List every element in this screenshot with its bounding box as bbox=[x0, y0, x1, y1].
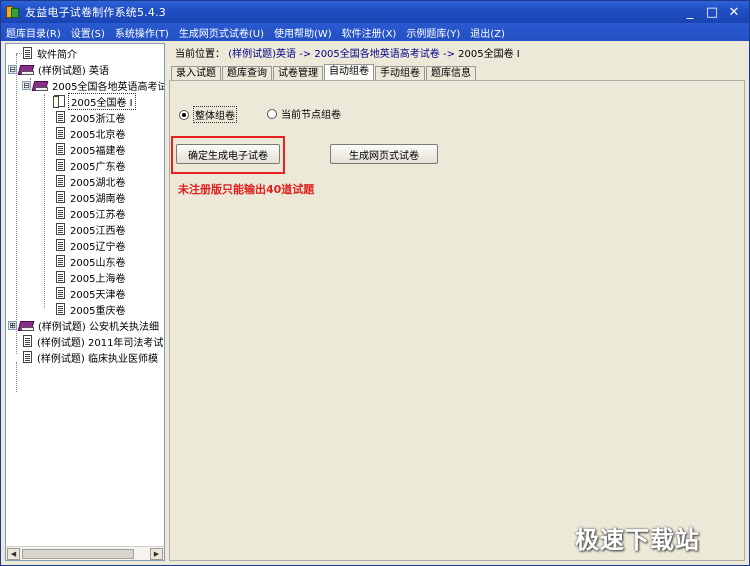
tab-exam-management[interactable]: 试卷管理 bbox=[273, 66, 323, 80]
tree-item[interactable]: 2005北京卷 bbox=[56, 125, 127, 141]
tree-item[interactable]: 2005湖南卷 bbox=[56, 189, 127, 205]
tree-item[interactable]: ⊟ (样例试题) 英语 bbox=[8, 61, 111, 77]
scroll-thumb[interactable] bbox=[22, 549, 134, 559]
document-icon bbox=[56, 271, 65, 283]
tree-item[interactable]: 2005山东卷 bbox=[56, 253, 127, 269]
tree-item[interactable]: 2005江西卷 bbox=[56, 221, 127, 237]
book-icon bbox=[19, 320, 34, 331]
scroll-left-button[interactable]: ◀ bbox=[7, 548, 20, 560]
tree-item[interactable]: 2005浙江卷 bbox=[56, 109, 127, 125]
radio-node-compose[interactable]: 当前节点组卷 bbox=[267, 106, 341, 121]
document-icon bbox=[56, 191, 65, 203]
menu-help[interactable]: 使用帮助(W) bbox=[269, 25, 337, 40]
document-icon bbox=[56, 111, 65, 123]
unregistered-warning: 未注册版只能输出40道试题 bbox=[178, 183, 315, 196]
tree-item[interactable]: 2005重庆卷 bbox=[56, 301, 127, 317]
book-icon bbox=[33, 80, 48, 91]
breadcrumb-path: (样例试题)英语 -> 2005全国各地英语高考试卷 -> bbox=[228, 49, 455, 60]
document-icon bbox=[56, 223, 65, 235]
expand-icon[interactable]: ⊞ bbox=[8, 320, 17, 330]
tree-item-selected[interactable]: 2005全国卷 I bbox=[53, 92, 136, 110]
document-icon bbox=[56, 175, 65, 187]
tree-item[interactable]: (样例试题) 临床执业医师模 bbox=[23, 349, 160, 365]
tree-connector bbox=[44, 94, 45, 308]
app-logo-icon bbox=[6, 5, 20, 19]
tree-item[interactable]: ⊞ (样例试题) 公安机关执法细 bbox=[8, 317, 161, 333]
menu-register[interactable]: 软件注册(X) bbox=[337, 25, 402, 40]
tree-connector bbox=[16, 54, 17, 354]
minimize-button[interactable]: _ bbox=[679, 3, 701, 21]
menu-bar: 题库目录(R) 设置(S) 系统操作(T) 生成网页式试卷(U) 使用帮助(W)… bbox=[1, 23, 749, 41]
document-icon bbox=[56, 143, 65, 155]
tree-item[interactable]: 2005江苏卷 bbox=[56, 205, 127, 221]
breadcrumb: 当前位置： (样例试题)英语 -> 2005全国各地英语高考试卷 -> 2005… bbox=[175, 45, 520, 60]
document-icon bbox=[56, 255, 65, 267]
menu-exit[interactable]: 退出(Z) bbox=[465, 25, 510, 40]
tab-bank-info[interactable]: 题库信息 bbox=[426, 66, 476, 80]
client-area: 软件简介 ⊟ (样例试题) 英语 ⊟ 2005全国各地英语高考试 2005全国卷… bbox=[1, 41, 749, 565]
tab-manual-compose[interactable]: 手动组卷 bbox=[375, 66, 425, 80]
document-icon bbox=[56, 287, 65, 299]
tree-item[interactable]: 2005辽宁卷 bbox=[56, 237, 127, 253]
title-bar[interactable]: 友益电子试卷制作系统5.4.3 _ □ ✕ bbox=[1, 1, 749, 23]
menu-web-exam[interactable]: 生成网页式试卷(U) bbox=[174, 25, 269, 40]
document-icon bbox=[23, 335, 32, 347]
annotation-highlight-box bbox=[171, 136, 285, 174]
collapse-icon[interactable]: ⊟ bbox=[22, 80, 31, 90]
tree-item[interactable]: 2005上海卷 bbox=[56, 269, 127, 285]
tree-connector bbox=[16, 362, 17, 392]
tab-auto-compose[interactable]: 自动组卷 bbox=[324, 64, 374, 80]
menu-sample-bank[interactable]: 示例题库(Y) bbox=[401, 25, 465, 40]
breadcrumb-prefix: 当前位置： bbox=[175, 49, 225, 60]
catalog-tree[interactable]: 软件简介 ⊟ (样例试题) 英语 ⊟ 2005全国各地英语高考试 2005全国卷… bbox=[5, 43, 165, 561]
tree-item[interactable]: 2005广东卷 bbox=[56, 157, 127, 173]
app-window: 友益电子试卷制作系统5.4.3 _ □ ✕ 题库目录(R) 设置(S) 系统操作… bbox=[0, 0, 750, 566]
menu-settings[interactable]: 设置(S) bbox=[66, 25, 110, 40]
tree-item[interactable]: (样例试题) 2011年司法考试 bbox=[23, 333, 164, 349]
window-controls: _ □ ✕ bbox=[679, 3, 745, 21]
scroll-right-button[interactable]: ▶ bbox=[150, 548, 163, 560]
tree-horizontal-scrollbar[interactable]: ◀ ▶ bbox=[6, 546, 164, 560]
menu-system[interactable]: 系统操作(T) bbox=[110, 25, 174, 40]
generate-web-exam-button[interactable]: 生成网页式试卷 bbox=[330, 144, 438, 164]
document-icon bbox=[23, 351, 32, 363]
close-button[interactable]: ✕ bbox=[723, 3, 745, 21]
tree-item[interactable]: 2005福建卷 bbox=[56, 141, 127, 157]
tree-item[interactable]: ⊟ 2005全国各地英语高考试 bbox=[22, 77, 164, 93]
radio-unselected-icon[interactable] bbox=[267, 108, 277, 119]
tree-item[interactable]: 软件简介 bbox=[10, 45, 79, 61]
menu-question-bank[interactable]: 题库目录(R) bbox=[1, 25, 66, 40]
tab-query[interactable]: 题库查询 bbox=[222, 66, 272, 80]
document-icon bbox=[56, 207, 65, 219]
maximize-button[interactable]: □ bbox=[701, 3, 723, 21]
document-icon bbox=[56, 127, 65, 139]
document-icon bbox=[56, 303, 65, 315]
open-document-icon bbox=[53, 95, 65, 108]
document-icon bbox=[56, 239, 65, 251]
breadcrumb-current: 2005全国卷 I bbox=[458, 49, 520, 60]
book-icon bbox=[19, 64, 34, 75]
radio-selected-icon[interactable] bbox=[179, 109, 189, 120]
radio-whole-compose[interactable]: 整体组卷 bbox=[179, 106, 237, 123]
document-icon bbox=[56, 159, 65, 171]
window-title: 友益电子试卷制作系统5.4.3 bbox=[25, 6, 166, 19]
tab-enter-questions[interactable]: 录入试题 bbox=[171, 66, 221, 80]
function-tabs: 录入试题 题库查询 试卷管理 自动组卷 手动组卷 题库信息 bbox=[171, 64, 477, 80]
tree-item[interactable]: 2005天津卷 bbox=[56, 285, 127, 301]
collapse-icon[interactable]: ⊟ bbox=[8, 64, 17, 74]
tree-item[interactable]: 2005湖北卷 bbox=[56, 173, 127, 189]
watermark-text: 极速下载站 bbox=[575, 526, 700, 554]
document-icon bbox=[23, 47, 32, 59]
